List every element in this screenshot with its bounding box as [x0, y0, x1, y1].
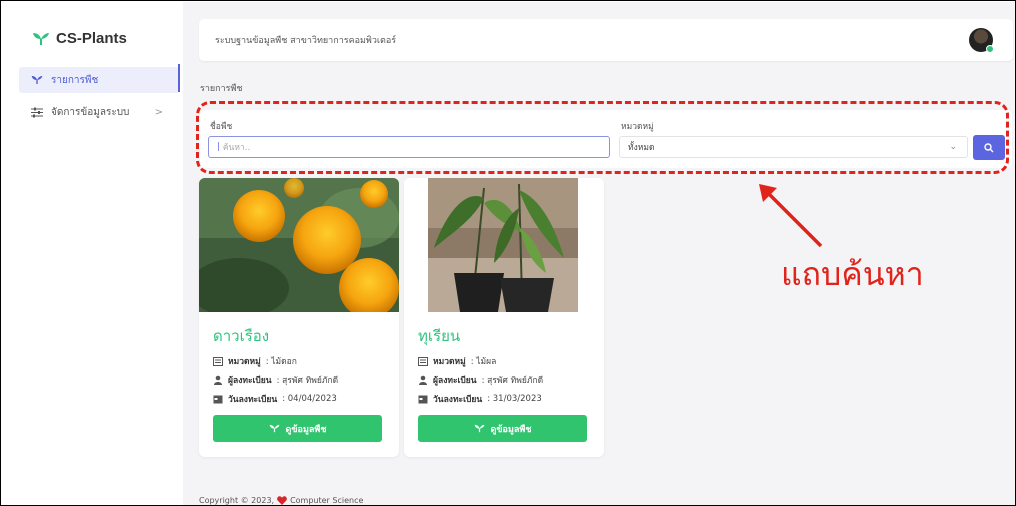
date-value: : 31/03/2023: [487, 394, 542, 404]
plant-image: [199, 178, 399, 312]
sprout-icon: [31, 76, 43, 84]
plant-category: หมวดหมู่ : ไม้ดอก: [213, 354, 297, 368]
sidebar-item-system-settings[interactable]: จัดการข้อมูลระบบ >: [19, 99, 179, 125]
category-value: : ไม้ดอก: [265, 357, 297, 367]
page-title: รายการพืช: [200, 84, 243, 94]
plant-name-label: ชื่อพืช: [210, 122, 233, 132]
category-selected-value: ทั้งหมด: [628, 143, 655, 153]
chevron-down-icon: ⌄: [949, 142, 957, 152]
heart-icon: [277, 496, 287, 505]
footer-org[interactable]: Computer Science: [290, 496, 363, 505]
category-key: หมวดหมู่: [433, 357, 466, 367]
category-label: หมวดหมู่: [621, 122, 654, 132]
plant-name: ดาวเรือง: [213, 327, 270, 345]
plant-card: ทุเรียน หมวดหมู่ : ไม้ผล ผู้ลงทะเบียน : …: [404, 178, 604, 457]
sidebar-item-plants[interactable]: รายการพืช: [19, 67, 179, 93]
registrar-key: ผู้ลงทะเบียน: [228, 376, 272, 386]
view-plant-button[interactable]: ดูข้อมูลพืช: [213, 415, 382, 442]
sprout-icon: [33, 32, 49, 45]
brand-logo[interactable]: CS-Plants: [32, 30, 127, 47]
date-key: วันลงทะเบียน: [433, 395, 483, 405]
top-bar: ระบบฐานข้อมูลพืช สาขาวิทยาการคอมพิวเตอร์: [199, 19, 1013, 61]
plant-register-date: วันลงทะเบียน : 04/04/2023: [213, 392, 337, 406]
search-bar-annotation: แถบค้นหา: [781, 255, 924, 293]
calendar-icon: [418, 394, 428, 404]
app-window: CS-Plants รายการพืช จัดการข้อมูลระบบ > ร…: [0, 0, 1016, 506]
plant-registrar: ผู้ลงทะเบียน : สุรพัศ ทิพย์ภักดี: [213, 373, 338, 387]
registrar-value: : สุรพัศ ทิพย์ภักดี: [276, 376, 339, 386]
app-title: ระบบฐานข้อมูลพืช สาขาวิทยาการคอมพิวเตอร์: [215, 36, 397, 46]
sidebar: CS-Plants รายการพืช จัดการข้อมูลระบบ >: [2, 2, 183, 505]
text-cursor: |: [217, 142, 220, 152]
plant-name: ทุเรียน: [418, 327, 461, 345]
list-icon: [418, 356, 428, 366]
plant-name-input[interactable]: | ค้นหา..: [208, 136, 610, 158]
category-value: : ไม้ผล: [470, 357, 497, 367]
sprout-icon: [269, 424, 279, 433]
category-select[interactable]: ทั้งหมด ⌄: [619, 136, 968, 158]
avatar[interactable]: [969, 28, 994, 53]
footer: Copyright © 2023, Computer Science: [199, 496, 363, 505]
view-plant-label: ดูข้อมูลพืช: [490, 424, 532, 435]
plant-registrar: ผู้ลงทะเบียน : สุรพัศ ทิพย์ภักดี: [418, 373, 543, 387]
brand-name: CS-Plants: [56, 30, 127, 47]
plant-register-date: วันลงทะเบียน : 31/03/2023: [418, 392, 542, 406]
footer-copyright: Copyright © 2023,: [199, 496, 275, 505]
sidebar-item-label: จัดการข้อมูลระบบ: [51, 106, 130, 118]
calendar-icon: [213, 394, 223, 404]
date-key: วันลงทะเบียน: [228, 395, 278, 405]
user-icon: [418, 375, 428, 385]
annotation-arrow-icon: [759, 184, 823, 248]
search-button[interactable]: [973, 135, 1005, 160]
sidebar-active-indicator: [178, 64, 180, 92]
sliders-icon: [31, 107, 43, 117]
date-value: : 04/04/2023: [282, 394, 337, 404]
plant-card: ดาวเรือง หมวดหมู่ : ไม้ดอก ผู้ลงทะเบียน …: [199, 178, 399, 457]
user-icon: [213, 375, 223, 385]
list-icon: [213, 356, 223, 366]
online-status-dot: [986, 45, 994, 53]
plant-category: หมวดหมู่ : ไม้ผล: [418, 354, 496, 368]
view-plant-label: ดูข้อมูลพืช: [285, 424, 327, 435]
view-plant-button[interactable]: ดูข้อมูลพืช: [418, 415, 587, 442]
category-key: หมวดหมู่: [228, 357, 261, 367]
registrar-value: : สุรพัศ ทิพย์ภักดี: [481, 376, 544, 386]
search-icon: [984, 142, 994, 152]
search-panel: ชื่อพืช | ค้นหา.. หมวดหมู่ ทั้งหมด ⌄: [200, 110, 1012, 168]
plant-name-placeholder: ค้นหา..: [222, 143, 251, 153]
sprout-icon: [474, 424, 484, 433]
sidebar-item-label: รายการพืช: [51, 74, 99, 86]
chevron-right-icon: >: [154, 106, 163, 118]
plant-image: [404, 178, 604, 312]
registrar-key: ผู้ลงทะเบียน: [433, 376, 477, 386]
